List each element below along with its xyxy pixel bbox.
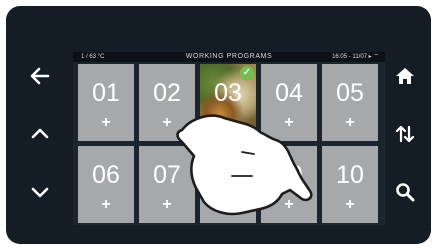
program-number: 07	[153, 161, 181, 189]
add-icon[interactable]: +	[322, 114, 378, 132]
program-tile-01[interactable]: 01 +	[78, 64, 134, 141]
program-tile-08[interactable]: 08 +	[200, 146, 256, 223]
program-number: 01	[92, 79, 120, 107]
scroll-up-button[interactable]	[28, 122, 52, 146]
add-icon[interactable]: +	[200, 196, 256, 214]
program-number: 09	[275, 161, 303, 189]
sort-arrows-icon	[395, 125, 415, 143]
add-icon[interactable]: +	[139, 196, 195, 214]
program-tile-07[interactable]: 07 +	[139, 146, 195, 223]
status-bar: 1 / 63 °C WORKING PROGRAMS 16:05 - 11/07…	[73, 52, 385, 62]
arrow-left-icon	[30, 67, 50, 85]
program-number: 10	[336, 161, 364, 189]
add-icon[interactable]: +	[261, 114, 317, 132]
program-number: 02	[153, 79, 181, 107]
home-icon	[396, 68, 414, 84]
program-tile-02[interactable]: 02 +	[139, 64, 195, 141]
program-number: 08	[214, 161, 242, 189]
scroll-down-button[interactable]	[28, 180, 52, 204]
chevron-up-icon	[31, 128, 49, 139]
back-button[interactable]	[28, 64, 52, 88]
program-number: 03	[214, 79, 242, 107]
add-icon[interactable]: +	[78, 114, 134, 132]
program-tile-09[interactable]: 09 +	[261, 146, 317, 223]
add-icon[interactable]: +	[78, 196, 134, 214]
check-icon: ✓	[240, 66, 254, 80]
program-tile-10[interactable]: 10 +	[322, 146, 378, 223]
program-number: 06	[92, 161, 120, 189]
program-tile-04[interactable]: 04 +	[261, 64, 317, 141]
add-icon[interactable]: +	[322, 196, 378, 214]
datetime-readout: 16:05 - 11/07 ▸ ⌔	[332, 54, 379, 60]
control-panel: 1 / 63 °C WORKING PROGRAMS 16:05 - 11/07…	[6, 6, 431, 244]
search-button[interactable]	[393, 180, 417, 204]
add-icon[interactable]: +	[139, 114, 195, 132]
add-icon[interactable]: +	[261, 196, 317, 214]
program-number: 04	[275, 79, 303, 107]
program-tile-03[interactable]: ✓ 03 +	[200, 64, 256, 141]
wifi-icon: ⌔	[373, 54, 379, 60]
program-tile-05[interactable]: 05 +	[322, 64, 378, 141]
program-screen: 1 / 63 °C WORKING PROGRAMS 16:05 - 11/07…	[73, 52, 385, 225]
search-icon	[396, 183, 415, 202]
home-button[interactable]	[393, 64, 417, 88]
add-icon[interactable]: +	[200, 114, 256, 132]
program-number: 05	[336, 79, 364, 107]
chevron-down-icon	[31, 187, 49, 198]
program-tile-06[interactable]: 06 +	[78, 146, 134, 223]
sort-button[interactable]	[393, 122, 417, 146]
